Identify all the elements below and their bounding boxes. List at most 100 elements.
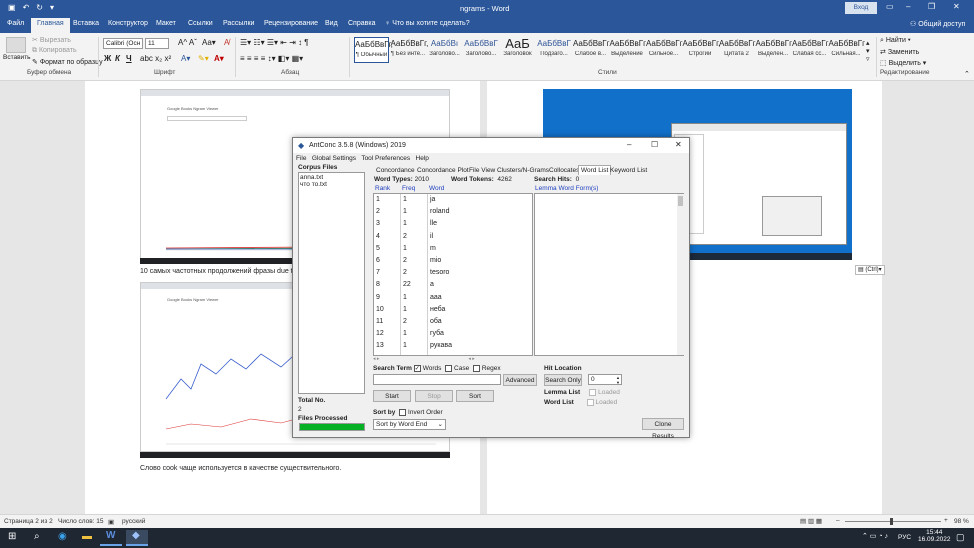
tab-references[interactable]: Ссылки (188, 20, 213, 27)
font-color-icon[interactable]: A▾ (214, 54, 224, 63)
lemma-loaded-checkbox[interactable] (589, 389, 597, 396)
tab-layout[interactable]: Макет (156, 20, 176, 27)
windows-start-icon[interactable]: ⊞ (8, 531, 16, 542)
sort-button[interactable]: Sort (456, 390, 494, 402)
sort-by-select[interactable]: Sort by Word End ⌄ (373, 419, 446, 430)
proofing-icon[interactable]: ▣ (108, 518, 114, 526)
word-list-results[interactable]: 1 1 ja 2 1 roland 3 1 lle 4 2 il 5 1 m 6 2 mio 7 2 tesoro 8 22… (373, 193, 533, 356)
clock[interactable]: 15:44 16.09.2022 (918, 529, 951, 543)
replace-button[interactable]: ⇄ Заменить (880, 48, 919, 56)
font-name-select[interactable]: Calibri (Осн (103, 38, 143, 49)
collapse-ribbon-icon[interactable]: ⌃ (964, 70, 970, 78)
style-item[interactable]: АаБбВвГг Сильная... (829, 37, 866, 63)
font-size-select[interactable]: 11 (145, 38, 169, 49)
style-item[interactable]: АаБбВı Заголово... (427, 37, 462, 63)
antconc-close-icon[interactable]: ✕ (675, 140, 682, 149)
tab-mailings[interactable]: Рассылки (223, 20, 254, 27)
table-row[interactable]: 4 2 il (374, 233, 532, 245)
menu-file[interactable]: File (296, 155, 306, 162)
tab-file[interactable]: Файл (7, 20, 24, 27)
redo-icon[interactable]: ↻ (36, 3, 43, 12)
style-item[interactable]: АаБбВвГ Заголово... (464, 37, 499, 63)
strikethrough-button[interactable]: abc x₂ x² (140, 54, 171, 63)
tab-home[interactable]: Главная (31, 18, 70, 33)
style-item[interactable]: АаБбВвГг Слабая сс... (792, 37, 829, 63)
search-only-button[interactable]: Search Only (544, 374, 582, 386)
table-row[interactable]: 1 1 ja (374, 196, 532, 208)
start-button[interactable]: Start (373, 390, 411, 402)
regex-checkbox[interactable] (472, 365, 480, 372)
select-button[interactable]: ⬚ Выделить ▾ (880, 59, 926, 67)
copy-button[interactable]: ⧉ Копировать (32, 47, 77, 55)
page-count[interactable]: Страница 2 из 2 (4, 518, 53, 525)
menu-help[interactable]: Help (416, 155, 429, 162)
style-item[interactable]: АаБбВвГг Слабое в... (573, 37, 610, 63)
menu-tool-preferences[interactable]: Tool Preferences (361, 155, 410, 162)
horizontal-scrollbar[interactable]: ◂ ▸ ◂ ▸ (373, 356, 684, 362)
corpus-file-item[interactable]: что то.txt (300, 181, 363, 188)
style-item[interactable]: АаБбВвГ Подзаго... (537, 37, 572, 63)
bold-button[interactable]: Ж (104, 54, 111, 63)
wordlist-loaded-checkbox[interactable] (586, 399, 594, 406)
file-explorer-icon[interactable]: ▬ (82, 531, 92, 542)
paste-options-button[interactable]: ▤ (Ctrl)▾ (855, 265, 885, 275)
share-button[interactable]: ⚇ Общий доступ (910, 20, 965, 28)
grow-font-icon[interactable]: A^ Aˇ (178, 38, 197, 47)
col-freq-header[interactable]: Freq (402, 185, 415, 192)
zoom-slider[interactable] (845, 521, 941, 522)
save-icon[interactable]: ▣ (8, 3, 16, 12)
tab-view[interactable]: Вид (325, 20, 338, 27)
table-row[interactable]: 5 1 m (374, 245, 532, 257)
clone-results-button[interactable]: Clone Results (642, 418, 684, 440)
underline-button[interactable]: Ч (126, 54, 132, 63)
tab-help[interactable]: Справка (348, 20, 375, 27)
spinner-arrows-icon[interactable]: ▲ ▼ (616, 375, 620, 385)
corpus-files-list[interactable]: anna.txt что то.txt (298, 172, 365, 394)
table-row[interactable]: 11 2 оба (374, 318, 532, 330)
input-language[interactable]: РУС (898, 534, 911, 541)
table-row[interactable]: 12 1 губа (374, 330, 532, 342)
zoom-level[interactable]: 98 % (954, 518, 969, 525)
tab-file-view[interactable]: File View (469, 167, 495, 174)
tab-word-list[interactable]: Word List (578, 165, 612, 175)
close-icon[interactable]: ✕ (953, 2, 960, 11)
table-row[interactable]: 2 1 roland (374, 208, 532, 220)
lemma-results[interactable] (534, 193, 684, 356)
signin-button[interactable]: Вход (845, 2, 877, 14)
menu-global-settings[interactable]: Global Settings (312, 155, 356, 162)
style-item[interactable]: АаБбВвГг, ¶ Обычный (354, 37, 393, 63)
style-item[interactable]: АаБбВвГг Цитата 2 (719, 37, 756, 63)
case-checkbox[interactable] (445, 365, 453, 372)
tab-concordance-plot[interactable]: Concordance Plot (417, 167, 469, 174)
tab-concordance[interactable]: Concordance (376, 167, 415, 174)
antconc-maximize-icon[interactable]: ☐ (651, 140, 658, 149)
zoom-in-icon[interactable]: + (944, 517, 948, 524)
text-effects-icon[interactable]: A▾ (181, 54, 190, 63)
style-item[interactable]: АаБбВвГг, Строгий (683, 37, 721, 63)
words-checkbox[interactable]: ✓ (413, 365, 421, 372)
customize-icon[interactable]: ▾ (50, 3, 54, 12)
table-row[interactable]: 3 1 lle (374, 220, 532, 232)
tab-keyword-list[interactable]: Keyword List (610, 167, 647, 174)
word-taskbar-item[interactable]: W (100, 530, 122, 546)
table-row[interactable]: 10 1 неба (374, 306, 532, 318)
search-icon[interactable]: ⌕ (34, 531, 40, 542)
table-row[interactable]: 6 2 mio (374, 257, 532, 269)
corpus-file-item[interactable]: anna.txt (300, 174, 363, 181)
maximize-icon[interactable]: ❐ (928, 2, 935, 11)
table-row[interactable]: 13 1 рукава (374, 342, 532, 354)
table-row[interactable]: 9 1 aaa (374, 294, 532, 306)
antconc-minimize-icon[interactable]: – (627, 140, 631, 149)
find-button[interactable]: ⌕ Найти ▾ (880, 37, 911, 45)
col-lemma-header[interactable]: Lemma Word Form(s) (535, 185, 598, 192)
word-count[interactable]: Число слов: 15 (58, 518, 104, 525)
style-item[interactable]: АаБбВвГг Сильное... (646, 37, 683, 63)
undo-icon[interactable]: ↶ (23, 3, 30, 12)
paste-button[interactable]: Вставить (3, 54, 31, 61)
format-painter-button[interactable]: ✎ Формат по образцу (32, 58, 103, 66)
style-item[interactable]: АаБ Заголовок (500, 37, 535, 63)
tab-insert[interactable]: Вставка (73, 20, 99, 27)
tab-design[interactable]: Конструктор (108, 20, 148, 27)
change-case-icon[interactable]: Aa▾ (202, 38, 216, 47)
zoom-out-icon[interactable]: – (836, 517, 840, 524)
